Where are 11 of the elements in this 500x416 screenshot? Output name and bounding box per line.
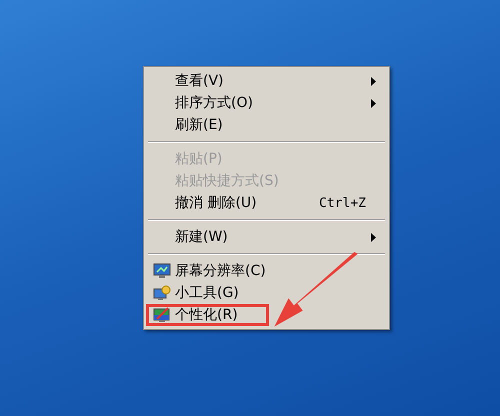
menu-item[interactable]: 排序方式(O) <box>146 92 387 114</box>
paintbrush-monitor-icon <box>153 307 171 323</box>
menu-item[interactable]: 屏幕分辨率(C) <box>146 260 387 282</box>
monitor-icon <box>153 263 171 279</box>
menu-item[interactable]: 小工具(G) <box>146 282 387 304</box>
menu-item[interactable]: 撤消 删除(U) Ctrl+Z <box>146 192 387 214</box>
menu-item[interactable]: 新建(W) <box>146 226 387 248</box>
highlighted-menu-item[interactable]: 个性化(R) <box>146 304 269 326</box>
gadgets-icon <box>153 285 171 301</box>
menu-item[interactable]: 刷新(E) <box>146 114 387 136</box>
menu-item[interactable]: 查看(V) <box>146 70 387 92</box>
